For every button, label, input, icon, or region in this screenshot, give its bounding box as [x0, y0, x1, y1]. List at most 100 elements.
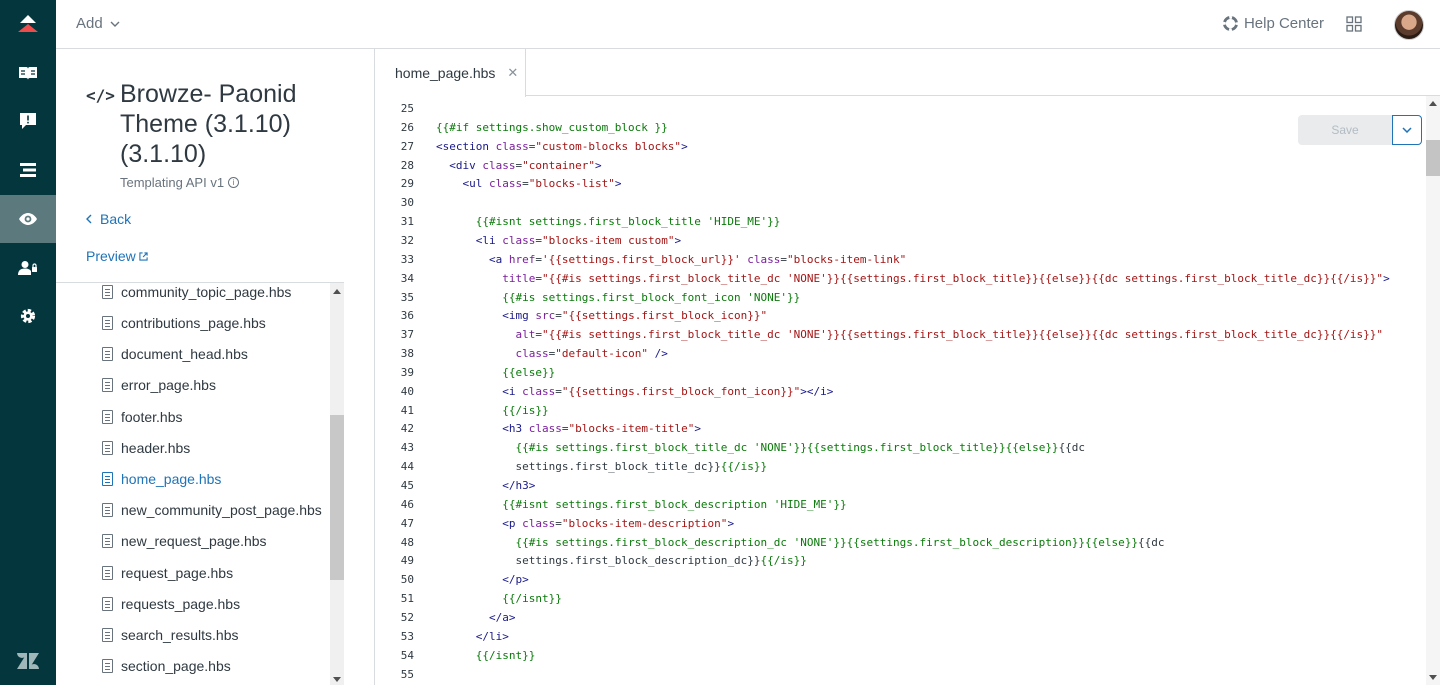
file-item[interactable]: header.hbs — [102, 432, 190, 463]
knowledge-base-icon[interactable] — [0, 49, 56, 97]
close-icon[interactable]: ✕ — [507, 65, 518, 81]
code-line[interactable]: 27 <section class="custom-blocks blocks"> — [376, 137, 1426, 156]
apps-grid-icon[interactable] — [1346, 16, 1362, 37]
code-line[interactable]: 38 class="default-icon" /> — [376, 344, 1426, 363]
code-text: </li> — [475, 629, 509, 643]
code-line[interactable]: 53 </li> — [376, 627, 1426, 646]
file-name: new_community_post_page.hbs — [121, 501, 322, 518]
file-item[interactable]: requests_page.hbs — [102, 588, 240, 619]
code-line[interactable]: 33 <a href='{{settings.first_block_url}}… — [376, 250, 1426, 269]
code-line[interactable]: 30 — [376, 193, 1426, 212]
settings-gear-icon[interactable] — [0, 292, 56, 340]
file-name: requests_page.hbs — [121, 595, 241, 612]
file-list-scrollbar[interactable] — [330, 283, 344, 685]
document-icon — [102, 284, 113, 299]
file-item[interactable]: section_page.hbs — [102, 650, 231, 681]
code-line[interactable]: 51 {{/isnt}} — [376, 589, 1426, 608]
editor-tab-bar: home_page.hbs ✕ — [376, 49, 1440, 97]
line-number: 50 — [400, 573, 414, 587]
line-number: 30 — [400, 196, 414, 210]
code-line[interactable]: 54 {{/isnt}} — [376, 646, 1426, 665]
scroll-up-arrow-icon[interactable] — [333, 289, 341, 294]
code-line[interactable]: 40 <i class="{{settings.first_block_font… — [376, 382, 1426, 401]
add-menu-button[interactable]: Add — [76, 15, 120, 32]
code-line[interactable]: 46 {{#isnt settings.first_block_descript… — [376, 495, 1426, 514]
file-name: request_page.hbs — [121, 564, 234, 581]
code-line[interactable]: 25 — [376, 99, 1426, 118]
line-number: 49 — [400, 554, 414, 568]
scrollbar-thumb[interactable] — [1426, 140, 1440, 176]
line-number: 32 — [400, 233, 414, 247]
file-item[interactable]: community_topic_page.hbs — [102, 283, 291, 307]
code-text: {{#is settings.first_block_font_icon 'NO… — [502, 290, 801, 304]
file-name: new_request_page.hbs — [121, 532, 267, 549]
file-item[interactable]: request_page.hbs — [102, 557, 233, 588]
code-line[interactable]: 32 <li class="blocks-item custom"> — [376, 231, 1426, 250]
file-name: error_page.hbs — [121, 376, 216, 393]
save-button[interactable]: Save — [1298, 115, 1392, 145]
line-number: 55 — [400, 667, 414, 681]
chevron-down-icon — [1402, 127, 1412, 133]
arrange-content-icon[interactable] — [0, 146, 56, 194]
code-line[interactable]: 44 settings.first_block_title_dc}}{{/is}… — [376, 457, 1426, 476]
code-line[interactable]: 34 title="{{#is settings.first_block_tit… — [376, 269, 1426, 288]
file-item[interactable]: new_community_post_page.hbs — [102, 494, 322, 525]
preview-link[interactable]: Preview — [86, 248, 148, 264]
line-number: 40 — [400, 384, 414, 398]
scroll-up-arrow-icon[interactable] — [1429, 101, 1437, 106]
code-line[interactable]: 35 {{#is settings.first_block_font_icon … — [376, 288, 1426, 307]
code-line[interactable]: 39 {{else}} — [376, 363, 1426, 382]
theme-title: Browze- Paonid Theme (3.1.10) (3.1.10) — [120, 80, 297, 168]
code-line[interactable]: 37 alt="{{#is settings.first_block_title… — [376, 325, 1426, 344]
code-line[interactable]: 47 <p class="blocks-item-description"> — [376, 514, 1426, 533]
line-number: 51 — [400, 592, 414, 606]
template-file-list: community_topic_page.hbs contributions_p… — [56, 282, 344, 685]
code-line[interactable]: 42 <h3 class="blocks-item-title"> — [376, 419, 1426, 438]
code-editor[interactable]: 25 26 {{#if settings.show_custom_block }} 2… — [376, 96, 1426, 685]
line-number: 53 — [400, 629, 414, 643]
code-line[interactable]: 50 </p> — [376, 570, 1426, 589]
code-line[interactable]: 52 </a> — [376, 608, 1426, 627]
document-icon — [102, 377, 113, 392]
code-line[interactable]: 36 <img src="{{settings.first_block_icon… — [376, 306, 1426, 325]
zendesk-guide-logo-icon[interactable] — [0, 0, 56, 48]
file-item[interactable]: search_results.hbs — [102, 619, 239, 650]
document-icon — [102, 409, 113, 424]
code-line[interactable]: 45 </h3> — [376, 476, 1426, 495]
info-icon[interactable]: i — [228, 177, 240, 188]
line-number: 54 — [400, 648, 414, 662]
scroll-down-arrow-icon[interactable] — [1429, 675, 1437, 680]
back-link[interactable]: Back — [86, 211, 131, 227]
zendesk-products-icon[interactable] — [0, 637, 56, 685]
code-line[interactable]: 48 {{#is settings.first_block_descriptio… — [376, 533, 1426, 552]
customize-design-icon[interactable] — [0, 195, 56, 243]
file-item-active[interactable]: home_page.hbs — [102, 463, 221, 494]
code-line[interactable]: 28 <div class="container"> — [376, 156, 1426, 175]
moderation-icon[interactable] — [0, 97, 56, 145]
scrollbar-thumb[interactable] — [330, 415, 344, 580]
document-icon — [102, 346, 113, 361]
code-text: alt="{{#is settings.first_block_title_dc… — [515, 328, 1384, 342]
scroll-down-arrow-icon[interactable] — [333, 677, 341, 682]
help-center-button[interactable]: Help Center — [1222, 15, 1324, 32]
tab-home-page[interactable]: home_page.hbs ✕ — [376, 49, 526, 97]
code-line[interactable]: 29 <ul class="blocks-list"> — [376, 174, 1426, 193]
user-avatar[interactable] — [1394, 10, 1424, 40]
file-name: section_page.hbs — [121, 657, 231, 674]
code-line[interactable]: 43 {{#is settings.first_block_title_dc '… — [376, 438, 1426, 457]
file-item[interactable]: footer.hbs — [102, 401, 183, 432]
file-item[interactable]: contributions_page.hbs — [102, 307, 266, 338]
code-line[interactable]: 31 {{#isnt settings.first_block_title 'H… — [376, 212, 1426, 231]
code-line[interactable]: 55 — [376, 665, 1426, 684]
templating-api-label: Templating API v1 — [120, 175, 225, 190]
code-line[interactable]: 41 {{/is}} — [376, 401, 1426, 420]
code-line[interactable]: 49 settings.first_block_description_dc}}… — [376, 551, 1426, 570]
file-item[interactable]: error_page.hbs — [102, 369, 216, 400]
editor-scrollbar[interactable] — [1426, 96, 1440, 685]
code-line[interactable]: 26 {{#if settings.show_custom_block }} — [376, 118, 1426, 137]
file-item[interactable]: new_request_page.hbs — [102, 525, 267, 556]
code-icon: </> — [86, 86, 115, 105]
user-permissions-icon[interactable] — [0, 244, 56, 292]
save-options-button[interactable] — [1392, 115, 1422, 145]
file-item[interactable]: document_head.hbs — [102, 338, 248, 369]
